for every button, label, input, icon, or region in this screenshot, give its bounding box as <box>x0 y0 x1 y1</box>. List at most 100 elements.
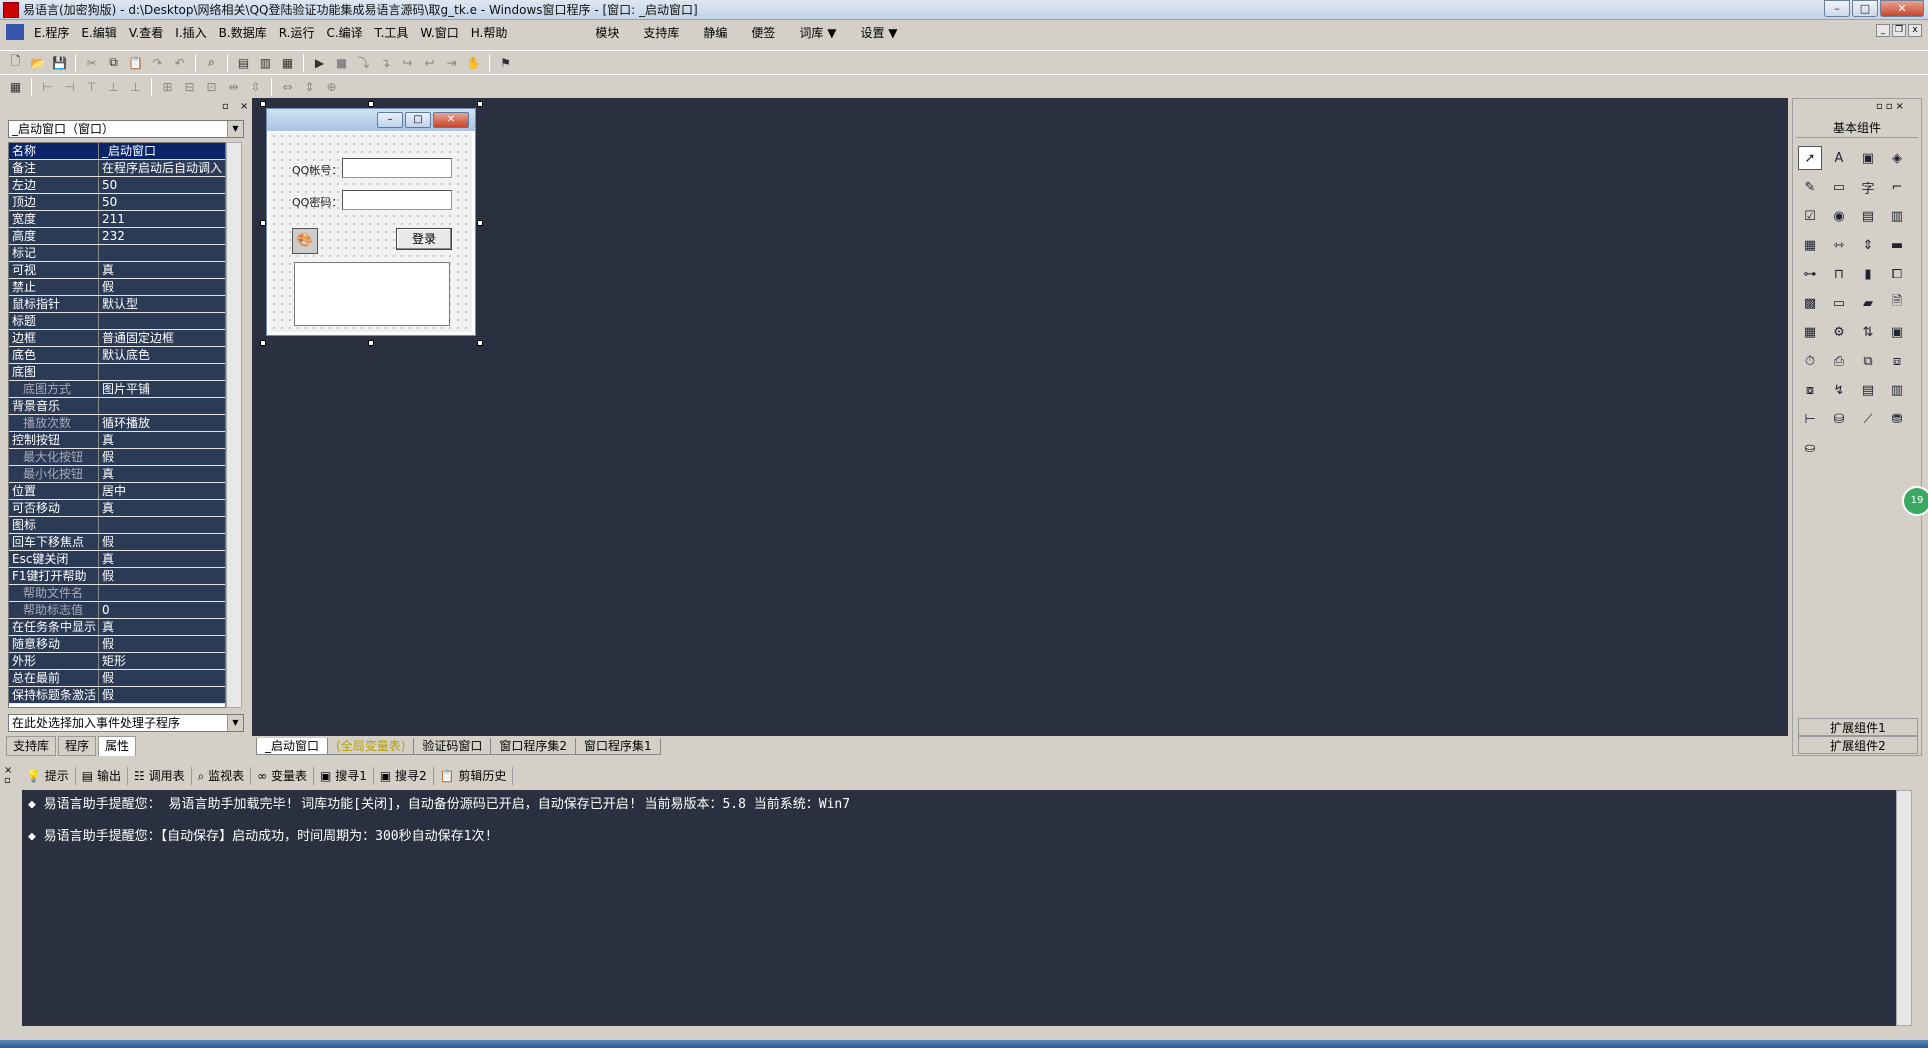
picture-box-icon[interactable]: 🎨 <box>292 228 318 254</box>
timer-tool-icon[interactable]: ⏱ <box>1798 349 1822 373</box>
radio-tool-icon[interactable]: ◉ <box>1827 204 1851 228</box>
align-center-icon[interactable]: ⊣ <box>60 77 79 96</box>
v-space-icon[interactable]: ⇳ <box>246 77 265 96</box>
qq-password-input[interactable] <box>342 190 452 210</box>
property-row[interactable]: 最大化按钮假 <box>9 449 225 466</box>
qq-account-input[interactable] <box>342 158 452 178</box>
stop-icon[interactable]: ■ <box>332 53 351 72</box>
floating-assistant-badge[interactable]: 19 <box>1902 486 1928 516</box>
menu-settings[interactable]: 设置 ▼ <box>848 24 909 41</box>
window-tool-icon[interactable]: ▣ <box>1885 320 1909 344</box>
property-row[interactable]: 名称_启动窗口 <box>9 143 225 160</box>
property-value[interactable] <box>99 245 225 261</box>
design-canvas[interactable] <box>252 98 1788 736</box>
property-row[interactable]: 在任务条中显示真 <box>9 619 225 636</box>
panel-tool-icon[interactable]: ▭ <box>1827 175 1851 199</box>
component-panel-controls[interactable]: ▫▫× <box>1876 101 1907 112</box>
step-icon[interactable]: ⤵ <box>354 53 373 72</box>
center-h-icon[interactable]: ⇔ <box>278 77 297 96</box>
property-row[interactable]: 帮助标志值0 <box>9 602 225 619</box>
progress-tool-icon[interactable]: ▬ <box>1885 233 1909 257</box>
redo-icon[interactable]: ↷ <box>148 53 167 72</box>
output-scrollbar[interactable] <box>1896 790 1912 1026</box>
same-width-icon[interactable]: ⊞ <box>158 77 177 96</box>
calendar-tool-icon[interactable]: ▩ <box>1798 291 1822 315</box>
menu-tools[interactable]: T.工具 <box>369 24 415 41</box>
network-tool-icon[interactable]: ⚙ <box>1827 320 1851 344</box>
step-out-icon[interactable]: ↩ <box>420 53 439 72</box>
property-value[interactable]: 假 <box>99 534 225 550</box>
property-row[interactable]: 最小化按钮真 <box>9 466 225 483</box>
tab-search1[interactable]: ▣ 搜寻1 <box>314 767 374 785</box>
label-tool-icon[interactable]: A <box>1827 146 1851 170</box>
property-value[interactable] <box>99 517 225 533</box>
menu-view[interactable]: V.查看 <box>123 24 169 41</box>
table-tool-icon[interactable]: ▦ <box>1798 320 1822 344</box>
slider-tool-icon[interactable]: ⊶ <box>1798 262 1822 286</box>
property-row[interactable]: 底图 <box>9 364 225 381</box>
align-bottom-icon[interactable]: ⊥ <box>126 77 145 96</box>
property-row[interactable]: Esc键关闭真 <box>9 551 225 568</box>
menu-window[interactable]: W.窗口 <box>414 24 464 41</box>
tab-program[interactable]: 程序 <box>58 736 96 756</box>
property-value[interactable]: 循环播放 <box>99 415 225 431</box>
property-row[interactable]: 总在最前假 <box>9 670 225 687</box>
assistant-icon[interactable]: ⚑ <box>496 53 515 72</box>
tab-watch[interactable]: ⌕ 监视表 <box>192 767 252 785</box>
menu-database[interactable]: B.数据库 <box>213 24 273 41</box>
tab-tool-icon[interactable]: ⊓ <box>1827 262 1851 286</box>
menu-run[interactable]: R.运行 <box>273 24 321 41</box>
property-value[interactable]: 真 <box>99 432 225 448</box>
odbc-tool-icon[interactable]: ⛃ <box>1885 407 1909 431</box>
property-value[interactable]: 50 <box>99 194 225 210</box>
property-row[interactable]: 背景音乐 <box>9 398 225 415</box>
property-value[interactable]: 0 <box>99 602 225 618</box>
bottom-panel-close[interactable]: ×▫ <box>4 766 12 786</box>
align-left-icon[interactable]: ⊢ <box>38 77 57 96</box>
property-row[interactable]: 回车下移焦点假 <box>9 534 225 551</box>
step-into-icon[interactable]: ↴ <box>376 53 395 72</box>
hscroll-tool-icon[interactable]: ⇿ <box>1827 233 1851 257</box>
chart-tool-icon[interactable]: ▮ <box>1856 262 1880 286</box>
property-value[interactable] <box>99 364 225 380</box>
property-value[interactable]: 232 <box>99 228 225 244</box>
menu-compile[interactable]: C.编译 <box>320 24 368 41</box>
mdi-restore-button[interactable]: ❐ <box>1892 24 1906 37</box>
property-scrollbar[interactable] <box>226 142 242 708</box>
tab-output[interactable]: ▤ 输出 <box>76 767 128 785</box>
tab-window-assembly2[interactable]: 窗口程序集2 <box>490 738 576 755</box>
property-value[interactable]: 假 <box>99 568 225 584</box>
property-value[interactable]: 默认型 <box>99 296 225 312</box>
new-file-icon[interactable]: 🗋 <box>6 53 25 72</box>
layout1-icon[interactable]: ▤ <box>234 53 253 72</box>
resize-handle[interactable] <box>260 220 266 226</box>
panel-pin-close[interactable]: ▫ × <box>222 101 252 112</box>
undo-icon[interactable]: ↶ <box>170 53 189 72</box>
listbox-tool-icon[interactable]: ▥ <box>1885 204 1909 228</box>
property-row[interactable]: 可视真 <box>9 262 225 279</box>
property-value[interactable]: 真 <box>99 551 225 567</box>
property-value[interactable]: 真 <box>99 262 225 278</box>
property-row[interactable]: 标题 <box>9 313 225 330</box>
property-value[interactable]: 矩形 <box>99 653 225 669</box>
property-row[interactable]: 可否移动真 <box>9 500 225 517</box>
property-row[interactable]: 左边50 <box>9 177 225 194</box>
property-row[interactable]: 底色默认底色 <box>9 347 225 364</box>
run-to-cursor-icon[interactable]: ⇥ <box>442 53 461 72</box>
tab-global-vars[interactable]: (全局变量表) <box>327 738 414 755</box>
grid-icon[interactable]: ▦ <box>6 77 25 96</box>
resize-handle[interactable] <box>368 340 374 346</box>
property-value[interactable]: 居中 <box>99 483 225 499</box>
property-value[interactable]: 在程序启动后自动调入 <box>99 160 225 176</box>
odbc-db-tool-icon[interactable]: ⛀ <box>1798 436 1822 460</box>
property-value[interactable]: 真 <box>99 466 225 482</box>
resize-handle[interactable] <box>260 101 266 107</box>
property-value[interactable]: 假 <box>99 670 225 686</box>
property-value[interactable]: 211 <box>99 211 225 227</box>
spin-tool-icon[interactable]: ⇅ <box>1856 320 1880 344</box>
copy-icon[interactable]: ⧉ <box>104 53 123 72</box>
property-value[interactable]: 图片平铺 <box>99 381 225 397</box>
property-row[interactable]: 禁止假 <box>9 279 225 296</box>
menu-lexicon[interactable]: 词库 ▼ <box>787 24 848 41</box>
resize-handle[interactable] <box>477 101 483 107</box>
